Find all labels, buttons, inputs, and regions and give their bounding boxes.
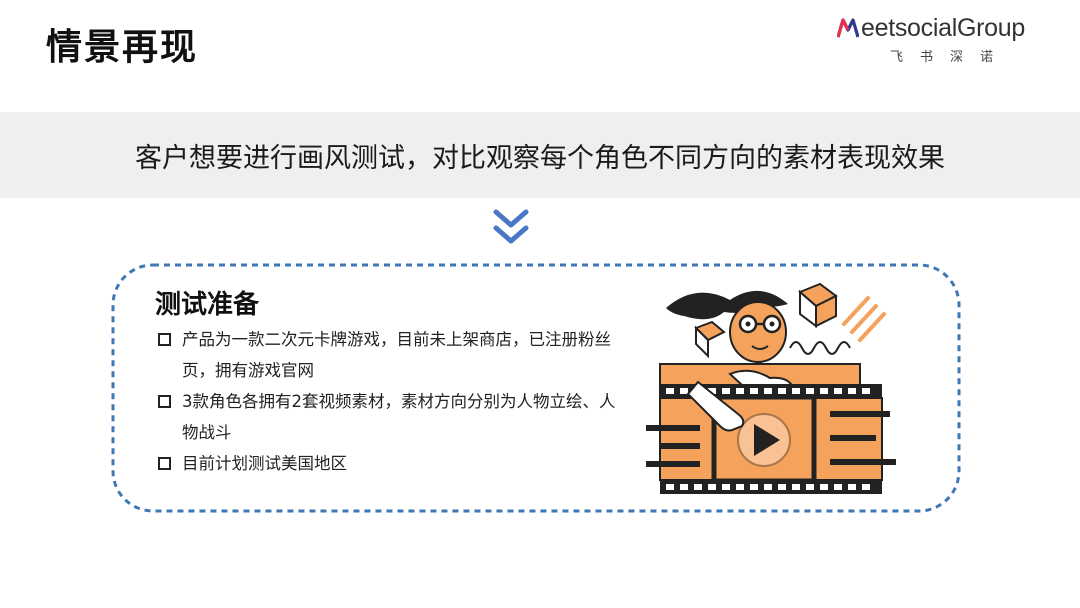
page-title: 情景再现 [46,27,199,68]
section-title: 测试准备 [155,290,260,320]
checkbox-square-icon [158,395,171,408]
list-item-text: 目前计划测试美国地区 [182,454,347,473]
checkbox-square-icon [158,457,171,470]
meetsocial-logo-icon [837,18,859,38]
brand-group: Group [956,13,1025,42]
list-item: 产品为一款二次元卡牌游戏，目前未上架商店，已注册粉丝页，拥有游戏官网 [158,324,628,386]
list-item: 3款角色各拥有2套视频素材，素材方向分别为人物立绘、人物战斗 [158,386,628,448]
brand-subtitle: 飞书深诺 [890,50,1011,65]
list-item-text: 产品为一款二次元卡牌游戏，目前未上架商店，已注册粉丝页，拥有游戏官网 [182,330,611,380]
banner-text: 客户想要进行画风测试，对比观察每个角色不同方向的素材表现效果 [135,143,945,174]
list-item-text: 3款角色各拥有2套视频素材，素材方向分别为人物立绘、人物战斗 [182,392,616,442]
prep-list: 产品为一款二次元卡牌游戏，目前未上架商店，已注册粉丝页，拥有游戏官网 3款角色各… [158,324,628,479]
scenario-banner: 客户想要进行画风测试，对比观察每个角色不同方向的素材表现效果 [0,112,1080,198]
brand-name: eetsocial [861,13,957,42]
video-illustration [646,282,896,494]
checkbox-square-icon [158,333,171,346]
double-chevron-down-icon [493,209,529,244]
brand-logo: eetsocialGroup 飞书深诺 [837,12,1062,65]
list-item: 目前计划测试美国地区 [158,448,628,479]
